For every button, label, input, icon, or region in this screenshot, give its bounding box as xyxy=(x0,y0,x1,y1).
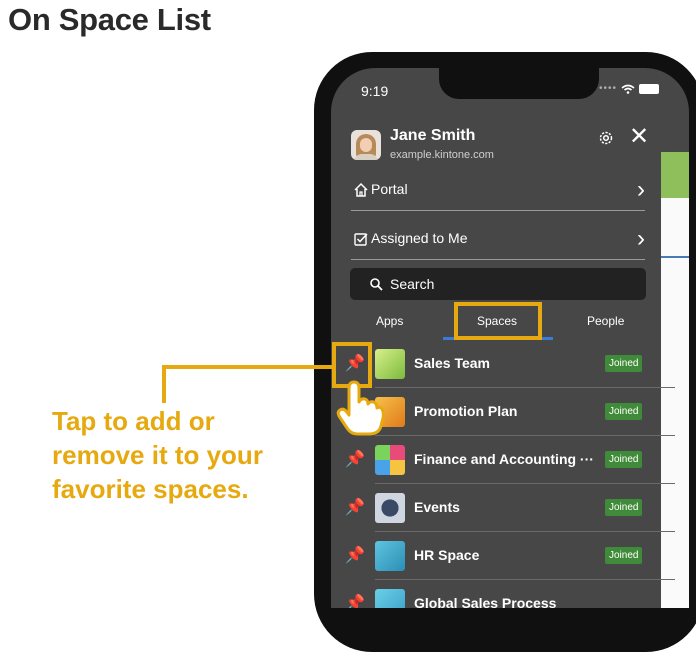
close-icon[interactable]: ✕ xyxy=(629,125,649,149)
space-row[interactable]: 📌 Finance and Accounting ··· Joined xyxy=(345,436,675,484)
space-thumbnail xyxy=(375,493,405,523)
space-row[interactable]: 📌 Global Sales Process xyxy=(345,580,675,608)
wifi-icon xyxy=(621,84,635,94)
nav-portal-label: Portal xyxy=(371,181,408,197)
space-name: Events xyxy=(414,499,460,515)
space-row[interactable]: 📌 HR Space Joined xyxy=(345,532,675,580)
space-name: Finance and Accounting ··· xyxy=(414,451,594,467)
nav-assigned-label: Assigned to Me xyxy=(371,230,468,246)
battery-icon xyxy=(639,83,659,94)
user-name: Jane Smith xyxy=(390,127,476,144)
space-name: Sales Team xyxy=(414,355,491,371)
space-thumbnail xyxy=(375,349,405,379)
pin-icon[interactable]: 📌 xyxy=(345,593,365,608)
divider xyxy=(351,259,645,260)
signal-icon: •••• xyxy=(598,83,617,94)
tab-apps[interactable]: Apps xyxy=(376,314,403,328)
callout-line-2: remove it to your xyxy=(52,440,263,470)
callout-line-3: favorite spaces. xyxy=(52,474,249,504)
joined-badge: Joined xyxy=(605,547,643,564)
space-row[interactable]: 📌 Sales Team Joined xyxy=(345,340,675,388)
callout-line xyxy=(162,365,332,369)
spaces-tab-highlight xyxy=(454,302,542,340)
space-thumbnail xyxy=(375,541,405,571)
pin-icon[interactable]: 📌 xyxy=(345,545,365,565)
status-icons: •••• xyxy=(599,83,659,94)
nav-assigned-to-me[interactable]: Assigned to Me › xyxy=(351,217,645,265)
space-thumbnail xyxy=(375,589,405,608)
search-input[interactable]: Search xyxy=(350,268,646,300)
joined-badge: Joined xyxy=(605,355,643,372)
gear-icon[interactable] xyxy=(597,129,615,147)
nav-portal[interactable]: Portal › xyxy=(351,168,645,216)
home-icon xyxy=(354,182,368,197)
chevron-right-icon: › xyxy=(637,176,645,203)
avatar[interactable] xyxy=(351,130,381,160)
callout-line xyxy=(162,365,166,403)
phone-notch xyxy=(439,68,599,99)
checkbox-icon xyxy=(354,233,368,246)
callout-text: Tap to add or remove it to your favorite… xyxy=(52,404,263,506)
page-title: On Space List xyxy=(8,2,211,37)
space-row[interactable]: 📌 Events Joined xyxy=(345,484,675,532)
search-label: Search xyxy=(390,276,435,292)
joined-badge: Joined xyxy=(605,451,643,468)
space-name: Promotion Plan xyxy=(414,403,518,419)
joined-badge: Joined xyxy=(605,499,643,516)
joined-badge: Joined xyxy=(605,403,643,420)
chevron-right-icon: › xyxy=(637,225,645,252)
status-time: 9:19 xyxy=(361,83,389,99)
space-thumbnail xyxy=(375,445,405,475)
callout-line-1: Tap to add or xyxy=(52,406,215,436)
space-row[interactable]: 📌 Promotion Plan Joined xyxy=(345,388,675,436)
tab-people[interactable]: People xyxy=(587,314,624,328)
divider xyxy=(351,210,645,211)
user-domain: example.kintone.com xyxy=(390,149,494,161)
hand-pointer-icon xyxy=(336,380,385,436)
search-icon xyxy=(370,278,383,291)
pin-icon[interactable]: 📌 xyxy=(345,449,365,469)
pin-icon[interactable]: 📌 xyxy=(345,497,365,517)
space-name: HR Space xyxy=(414,547,480,563)
